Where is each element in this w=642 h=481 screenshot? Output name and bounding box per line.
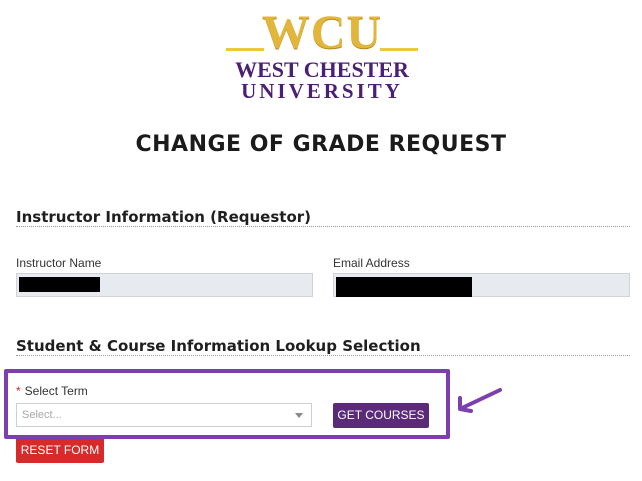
get-courses-button[interactable]: GET COURSES	[333, 403, 429, 428]
email-address-field	[333, 273, 630, 297]
annotation-arrow-icon	[458, 388, 502, 413]
instructor-name-field	[16, 273, 313, 297]
redaction-bar	[19, 277, 100, 292]
select-term-label-text: Select Term	[24, 384, 88, 398]
chevron-down-icon	[295, 413, 303, 418]
page-title: CHANGE OF GRADE REQUEST	[135, 132, 507, 157]
reset-form-button[interactable]: RESET FORM	[16, 438, 104, 463]
email-address-label: Email Address	[333, 256, 410, 270]
section-title-instructor: Instructor Information (Requestor)	[16, 208, 312, 226]
required-asterisk: *	[16, 384, 21, 398]
select-term-label: * Select Term	[16, 384, 88, 398]
logo-wcu-text: WCU	[261, 6, 383, 59]
instructor-name-label: Instructor Name	[16, 256, 102, 270]
section-title-lookup: Student & Course Information Lookup Sele…	[16, 337, 421, 355]
redaction-bar	[336, 277, 472, 297]
select-term-dropdown[interactable]: Select...	[16, 403, 312, 427]
section-divider	[16, 226, 630, 227]
select-term-placeholder: Select...	[22, 409, 62, 421]
logo-university-text: UNIVERSITY	[241, 79, 403, 103]
wcu-logo: WCU WEST CHESTER UNIVERSITY	[222, 6, 422, 106]
section-divider	[16, 355, 630, 356]
